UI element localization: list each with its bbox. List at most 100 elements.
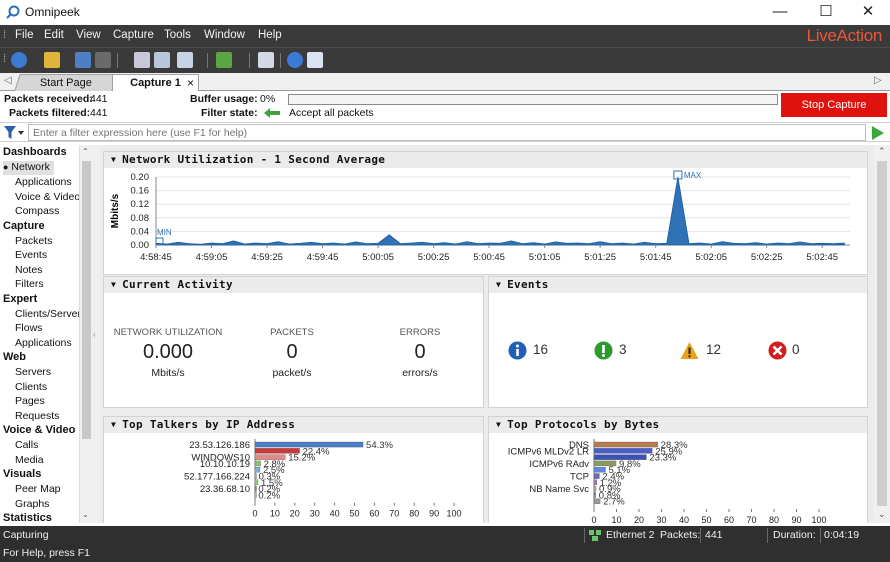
about-icon[interactable] — [307, 52, 323, 68]
scroll-up-icon[interactable]: ⌃ — [82, 147, 89, 156]
apply-filter-icon[interactable] — [871, 126, 885, 140]
sidebar-item-peer-map[interactable]: Peer Map — [15, 483, 61, 497]
tab-scroll-left-icon[interactable]: ◁ — [4, 75, 12, 86]
tab-capture-1[interactable]: Capture 1 × — [112, 74, 199, 91]
layout-icon[interactable] — [258, 52, 274, 68]
menu-edit[interactable]: Edit — [44, 29, 64, 41]
sidebar-item-expert-applications[interactable]: Applications — [15, 337, 72, 351]
menu-capture[interactable]: Capture — [113, 29, 154, 41]
x-tick-label: 10 — [270, 509, 280, 519]
panel-header[interactable]: ▼ Network Utilization - 1 Second Average — [104, 152, 867, 168]
category-label: ICMPv6 RAdv — [529, 459, 589, 470]
help-icon[interactable] — [287, 52, 303, 68]
packets-received-label: Packets received: — [4, 93, 93, 105]
maximize-button[interactable]: ☐ — [804, 0, 848, 25]
print-icon[interactable] — [95, 52, 111, 68]
sidebar-section-expert[interactable]: Expert — [3, 293, 37, 307]
stop-capture-button[interactable]: Stop Capture — [781, 93, 887, 117]
menu-view[interactable]: View — [76, 29, 101, 41]
omnipeek-logo-icon — [6, 5, 20, 19]
sidebar-item-calls[interactable]: Calls — [15, 439, 38, 453]
sidebar-item-pages[interactable]: Pages — [15, 395, 45, 409]
sidebar-item-media[interactable]: Media — [15, 454, 44, 468]
scroll-down-icon[interactable]: ⌄ — [878, 509, 886, 520]
menu-help[interactable]: Help — [258, 29, 282, 41]
sidebar-item-events[interactable]: Events — [15, 249, 47, 263]
tab-scroll-right-icon[interactable]: ▷ — [874, 75, 882, 86]
open-file-icon[interactable] — [44, 52, 60, 68]
packets-label: PACKETS — [270, 327, 314, 338]
sidebar-item-filters[interactable]: Filters — [15, 278, 44, 292]
sidebar-item-requests[interactable]: Requests — [15, 410, 59, 424]
menu-file[interactable]: File — [15, 29, 34, 41]
sidebar-item-packets[interactable]: Packets — [15, 235, 52, 249]
check-icon[interactable] — [594, 341, 613, 360]
sidebar-item-applications[interactable]: Applications — [15, 176, 72, 190]
sidebar-item-flows[interactable]: Flows — [15, 322, 42, 336]
save-icon[interactable] — [75, 52, 91, 68]
tree-icon[interactable] — [216, 52, 232, 68]
minimize-button[interactable]: — — [758, 0, 802, 25]
collapse-caret-icon[interactable]: ▼ — [496, 280, 501, 289]
scrollbar-thumb[interactable] — [877, 161, 887, 506]
panel-header[interactable]: ▼ Current Activity — [104, 277, 483, 293]
x-tick-label: 5:02:05 — [695, 252, 727, 263]
collapse-caret-icon[interactable]: ▼ — [111, 280, 116, 289]
liveaction-logo: LiveAction — [806, 26, 883, 45]
collapse-caret-icon[interactable]: ▼ — [111, 155, 116, 164]
close-button[interactable]: ✕ — [846, 0, 890, 25]
menu-tools[interactable]: Tools — [164, 29, 191, 41]
warning-event-count[interactable]: 12 — [706, 342, 721, 357]
collapse-caret-icon[interactable]: ▼ — [111, 420, 116, 429]
error-event-count[interactable]: 0 — [792, 342, 800, 357]
sidebar-section-statistics[interactable]: Statistics — [3, 512, 52, 523]
x-tick-label: 5:02:25 — [751, 252, 783, 263]
sidebar-item-servers[interactable]: Servers — [15, 366, 51, 380]
sidebar-splitter[interactable]: ‹ — [92, 145, 100, 523]
sidebar-scrollbar[interactable]: ⌃ ⌄ — [79, 145, 92, 523]
panel-header[interactable]: ▼ Events — [489, 277, 867, 293]
sidebar-section-voice-video[interactable]: Voice & Video — [3, 424, 75, 438]
notice-event-count[interactable]: 3 — [619, 342, 627, 357]
scroll-down-icon[interactable]: ⌄ — [82, 510, 89, 519]
x-tick-label: 50 — [701, 515, 711, 523]
selected-bullet-icon: ● — [3, 162, 9, 172]
sidebar-item-notes[interactable]: Notes — [15, 264, 42, 278]
sidebar-section-visuals[interactable]: Visuals — [3, 468, 41, 482]
filter-input[interactable] — [28, 124, 866, 141]
info-event-count[interactable]: 16 — [533, 342, 548, 357]
panel-header[interactable]: ▼ Top Protocols by Bytes — [489, 417, 867, 433]
filter-icon[interactable] — [4, 126, 24, 140]
warning-icon[interactable] — [680, 341, 699, 360]
tab-start-page[interactable]: Start Page — [14, 74, 118, 91]
content-scrollbar[interactable]: ⌃ ⌄ — [874, 145, 890, 523]
x-tick-label: 30 — [656, 515, 666, 523]
sidebar-item-network[interactable]: ● Network — [3, 161, 54, 175]
collapse-sidebar-icon[interactable]: ‹ — [93, 330, 96, 339]
info-icon[interactable] — [508, 341, 527, 360]
sidebar-item-compass[interactable]: Compass — [15, 205, 59, 219]
panel-title: Top Talkers by IP Address — [122, 418, 296, 431]
settings-icon[interactable] — [177, 52, 193, 68]
sidebar-item-label: Network — [11, 161, 50, 173]
filter-options-icon[interactable] — [154, 52, 170, 68]
error-icon[interactable] — [768, 341, 787, 360]
sidebar-section-web[interactable]: Web — [3, 351, 26, 365]
x-tick-label: 5:01:25 — [584, 252, 616, 263]
navigation-sidebar: Dashboards ● Network Applications Voice … — [0, 145, 80, 523]
collapse-caret-icon[interactable]: ▼ — [496, 420, 501, 429]
bar — [593, 441, 658, 448]
sidebar-section-dashboards[interactable]: Dashboards — [3, 146, 67, 160]
panel-header[interactable]: ▼ Top Talkers by IP Address — [104, 417, 483, 433]
scrollbar-thumb[interactable] — [82, 161, 91, 439]
sidebar-item-graphs[interactable]: Graphs — [15, 498, 49, 512]
menu-window[interactable]: Window — [204, 29, 245, 41]
sidebar-section-capture[interactable]: Capture — [3, 220, 45, 234]
sidebar-item-clients-server[interactable]: Clients/Server — [15, 308, 80, 322]
scroll-up-icon[interactable]: ⌃ — [878, 146, 886, 157]
new-capture-icon[interactable] — [11, 52, 27, 68]
capture-options-icon[interactable] — [134, 52, 150, 68]
sidebar-item-clients[interactable]: Clients — [15, 381, 47, 395]
sidebar-item-voice-video[interactable]: Voice & Video — [15, 191, 80, 205]
close-tab-icon[interactable]: × — [187, 76, 194, 90]
